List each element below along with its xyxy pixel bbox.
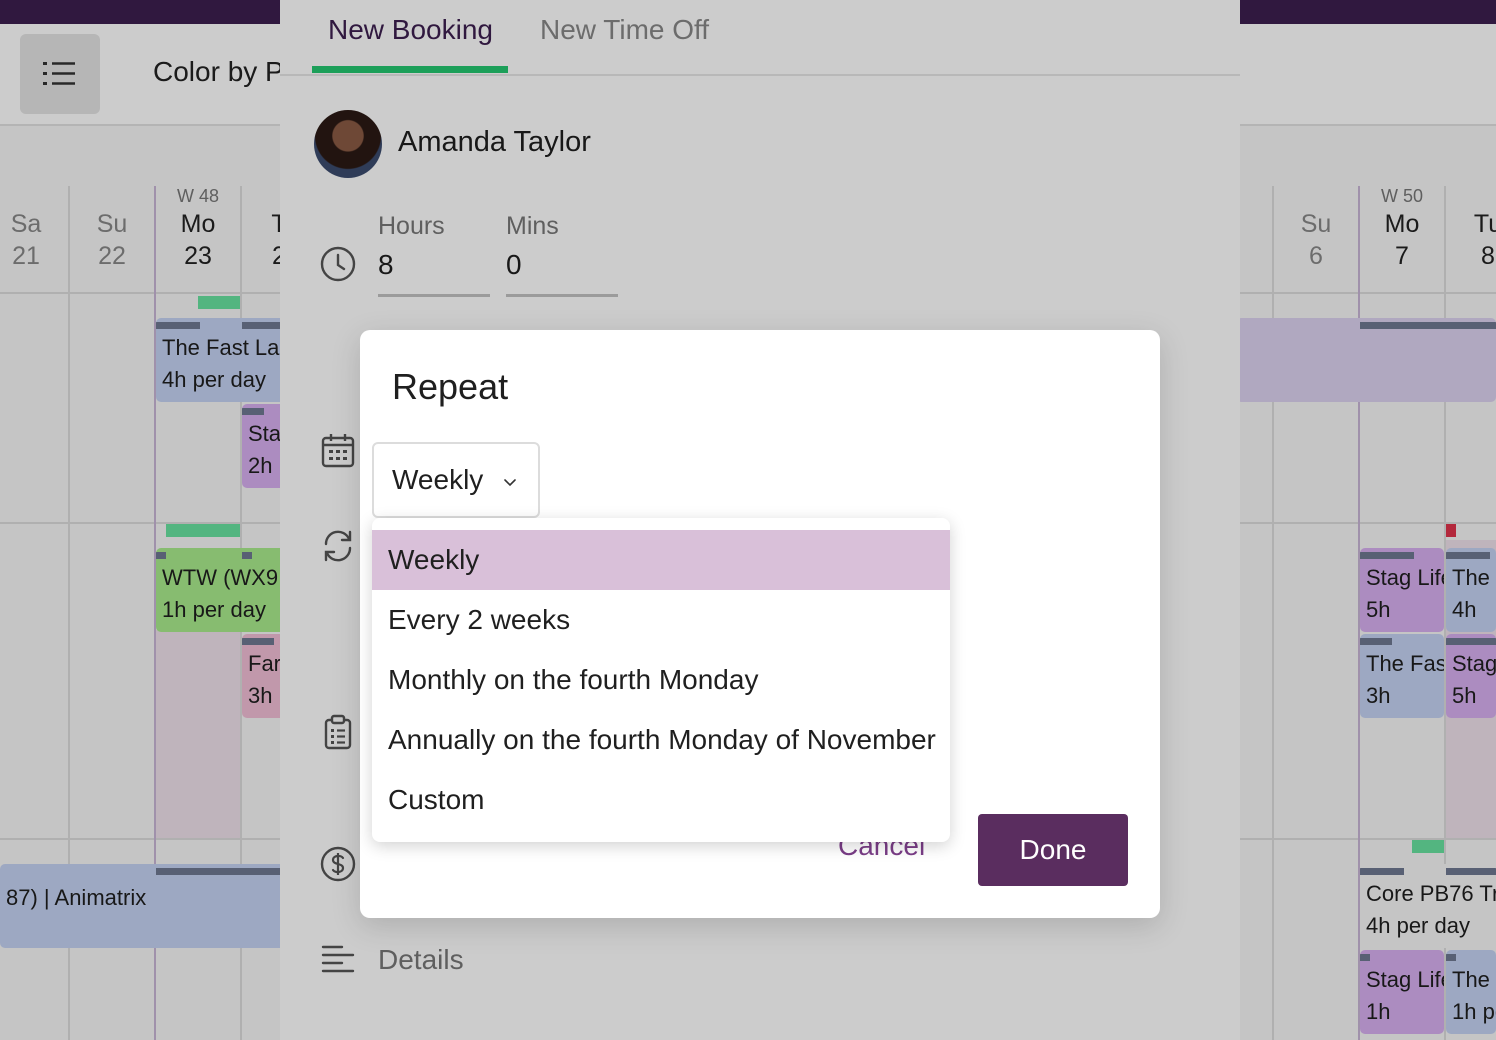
option-monthly[interactable]: Monthly on the fourth Monday [372, 650, 950, 710]
frequency-dropdown-menu: Weekly Every 2 weeks Monthly on the four… [372, 518, 950, 842]
option-annually[interactable]: Annually on the fourth Monday of Novembe… [372, 710, 950, 770]
option-custom[interactable]: Custom [372, 770, 950, 830]
chevron-down-icon [504, 479, 516, 487]
option-every-2-weeks[interactable]: Every 2 weeks [372, 590, 950, 650]
option-weekly[interactable]: Weekly [372, 530, 950, 590]
selected-frequency: Weekly [392, 464, 484, 495]
done-button[interactable]: Done [978, 814, 1128, 886]
dialog-title: Repeat [392, 366, 509, 407]
repeat-frequency-select[interactable]: Weekly [372, 442, 540, 518]
